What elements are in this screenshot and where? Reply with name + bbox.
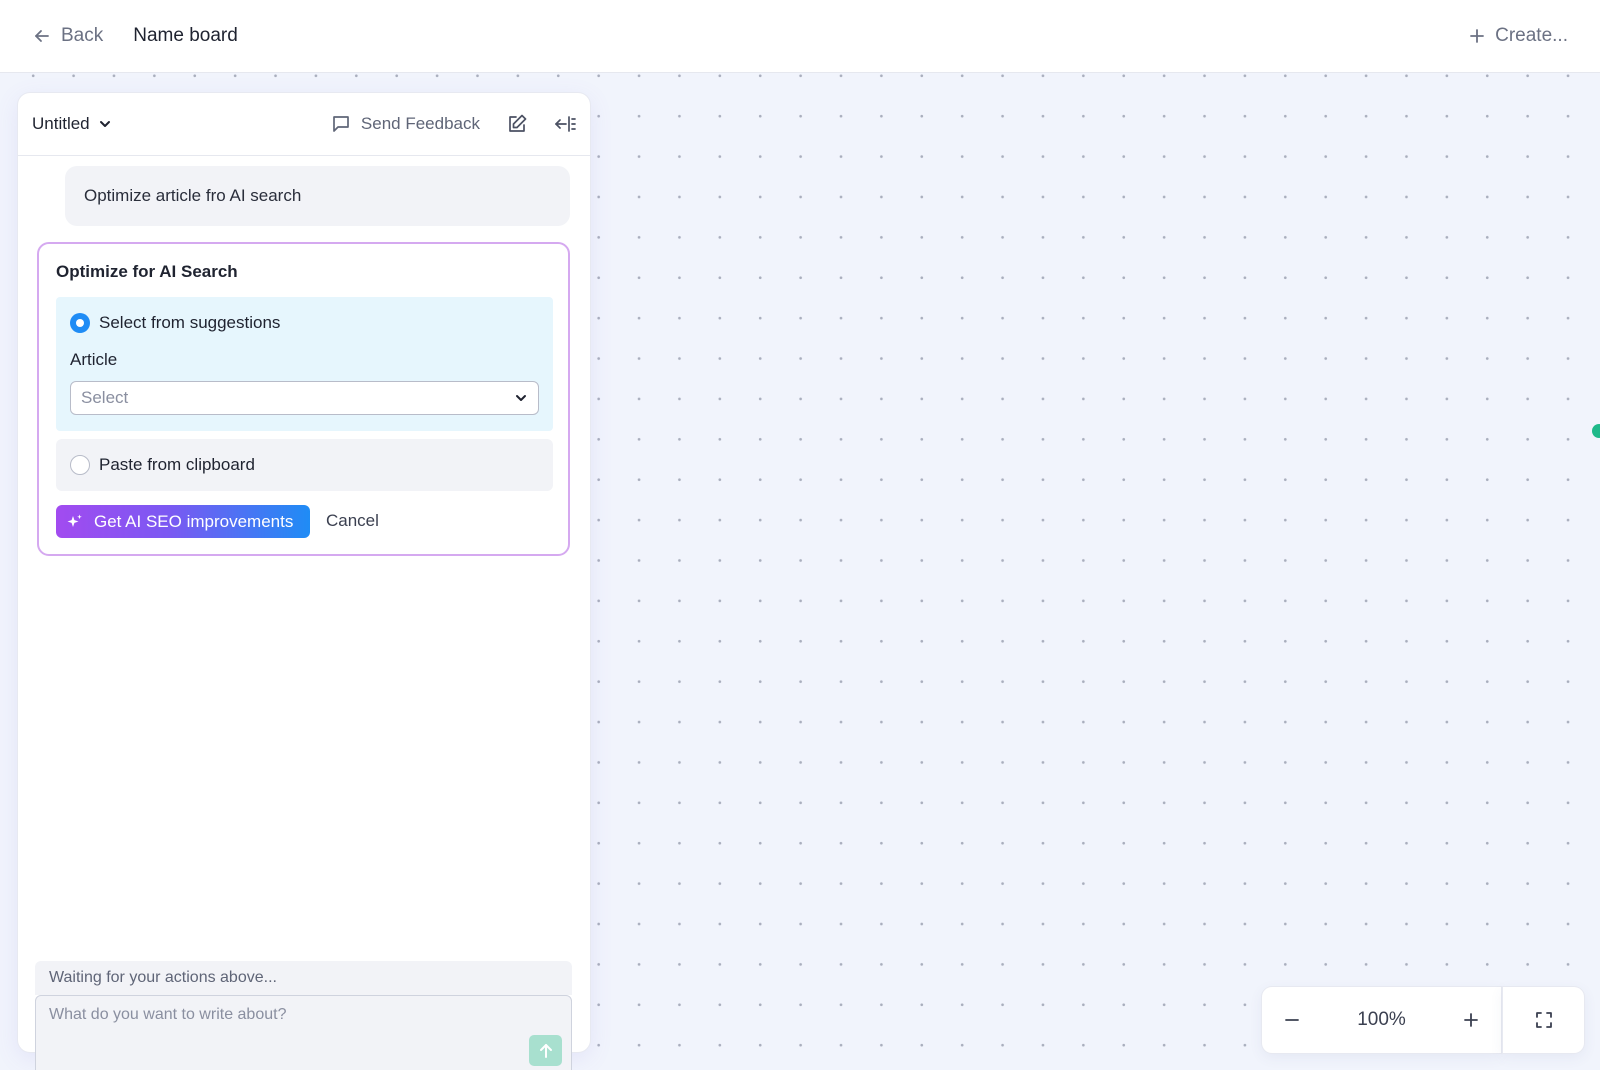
create-button[interactable]: Create... bbox=[1469, 25, 1568, 47]
send-feedback-label: Send Feedback bbox=[360, 114, 480, 133]
document-title: Untitled bbox=[32, 114, 90, 133]
chat-panel: Untitled Send Feedback Optimize article … bbox=[18, 93, 590, 1070]
optimize-ai-search-card: Optimize for AI Search Select from sugge… bbox=[37, 242, 570, 556]
article-select-value: Select bbox=[81, 388, 129, 407]
get-ai-seo-improvements-label: Get AI SEO improvements bbox=[94, 511, 294, 531]
option-select-from-suggestions[interactable]: Select from suggestions Article Select bbox=[56, 297, 553, 431]
option-paste-from-clipboard[interactable]: Paste from clipboard bbox=[56, 439, 553, 491]
suggestions-radio[interactable] bbox=[70, 313, 90, 333]
fullscreen-icon bbox=[1534, 1010, 1554, 1030]
canvas-node-handle[interactable] bbox=[1592, 424, 1600, 438]
edit-icon bbox=[506, 113, 528, 135]
zoom-controls: 100% bbox=[1262, 987, 1501, 1053]
send-feedback-button[interactable]: Send Feedback bbox=[331, 114, 480, 134]
article-label: Article bbox=[70, 350, 118, 369]
chevron-down-icon bbox=[98, 117, 112, 131]
message-square-icon bbox=[331, 114, 351, 134]
get-ai-seo-improvements-button[interactable]: Get AI SEO improvements bbox=[56, 505, 310, 538]
compose-input[interactable] bbox=[36, 996, 571, 1070]
arrow-left-icon bbox=[32, 26, 52, 46]
clipboard-label: Paste from clipboard bbox=[99, 455, 255, 474]
collapse-panel-button[interactable] bbox=[554, 113, 576, 135]
suggestions-label: Select from suggestions bbox=[99, 313, 281, 332]
create-label: Create... bbox=[1495, 25, 1568, 46]
back-label: Back bbox=[61, 25, 104, 46]
clipboard-radio[interactable] bbox=[70, 455, 90, 475]
minus-icon bbox=[1284, 1012, 1300, 1028]
plus-icon bbox=[1463, 1012, 1479, 1028]
user-message: Optimize article fro AI search bbox=[65, 166, 570, 226]
header-actions: Send Feedback bbox=[331, 113, 576, 135]
status-text: Waiting for your actions above... bbox=[35, 961, 572, 995]
zoom-out-button[interactable] bbox=[1262, 987, 1322, 1053]
plus-icon bbox=[1469, 28, 1485, 44]
compose-box bbox=[35, 995, 572, 1070]
collapse-panel-icon bbox=[554, 113, 576, 135]
document-title-dropdown[interactable]: Untitled bbox=[32, 114, 112, 134]
card-title: Optimize for AI Search bbox=[56, 262, 238, 281]
panel-header: Untitled Send Feedback bbox=[18, 93, 590, 156]
article-select[interactable]: Select bbox=[70, 381, 539, 415]
chevron-down-icon bbox=[514, 391, 528, 405]
zoom-level: 100% bbox=[1357, 1009, 1406, 1030]
panel-body: Optimize article fro AI search Optimize … bbox=[18, 156, 590, 1070]
fullscreen-button[interactable] bbox=[1503, 987, 1584, 1053]
cancel-button[interactable]: Cancel bbox=[326, 511, 379, 531]
arrow-up-icon bbox=[537, 1042, 555, 1060]
edit-button[interactable] bbox=[506, 113, 528, 135]
zoom-in-button[interactable] bbox=[1441, 987, 1501, 1053]
top-bar: Back Name board Create... bbox=[0, 0, 1600, 73]
board-name[interactable]: Name board bbox=[133, 25, 238, 47]
sparkle-icon bbox=[66, 513, 84, 531]
back-button[interactable]: Back bbox=[32, 25, 103, 47]
send-button[interactable] bbox=[529, 1035, 562, 1066]
